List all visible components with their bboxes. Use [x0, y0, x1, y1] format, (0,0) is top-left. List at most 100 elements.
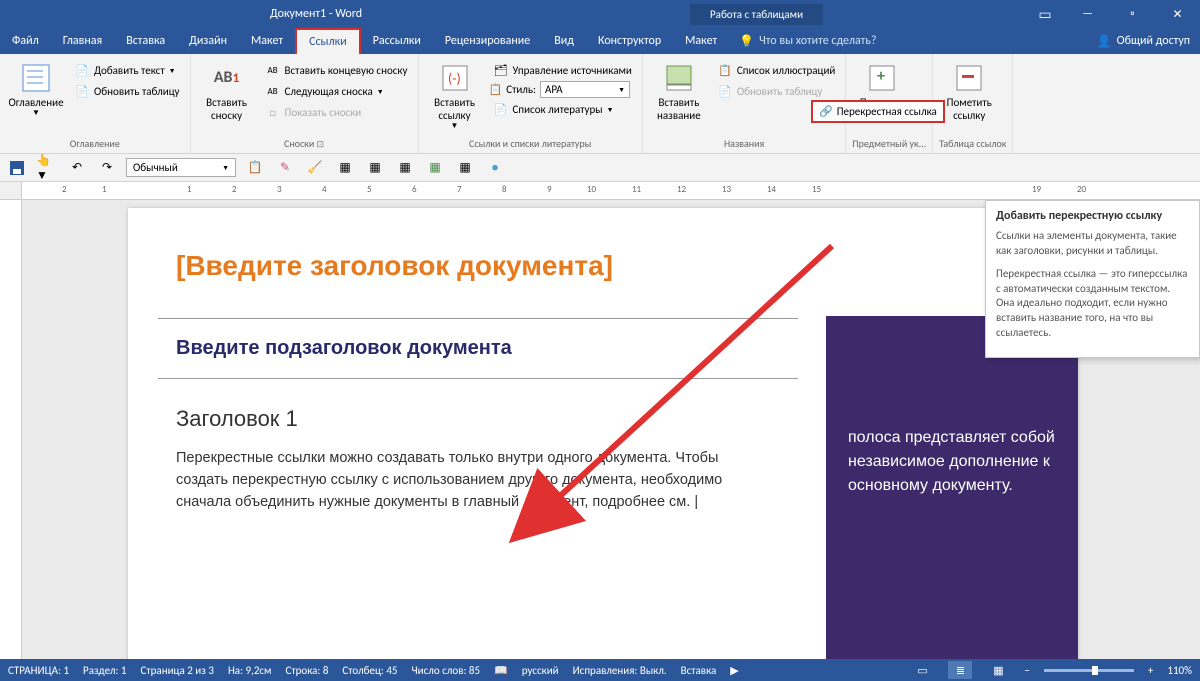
- qat-btn-6[interactable]: ▦: [394, 157, 416, 179]
- minimize-button[interactable]: —: [1065, 0, 1110, 28]
- style-selector[interactable]: Обычный▼: [126, 158, 236, 177]
- bibliography-label: Список литературы: [513, 103, 603, 116]
- tab-file[interactable]: Файл: [0, 28, 51, 54]
- mark-citation-button[interactable]: Пометить ссылку: [939, 60, 999, 124]
- doc-paragraph[interactable]: Перекрестные ссылки можно создавать толь…: [176, 448, 771, 513]
- list-fig-icon: 📋: [717, 62, 733, 78]
- view-web-button[interactable]: ▦: [986, 661, 1010, 679]
- update-table-label: Обновить таблицу: [737, 85, 823, 98]
- insert-citation-button[interactable]: (-) Вставить ссылку ▼: [425, 60, 485, 134]
- status-column[interactable]: Столбец: 45: [342, 664, 397, 677]
- group-toc-label: Оглавление: [6, 135, 184, 152]
- status-words[interactable]: Число слов: 85: [412, 664, 481, 677]
- status-language[interactable]: русский: [522, 664, 559, 677]
- tab-table-layout[interactable]: Макет: [673, 28, 729, 54]
- tooltip-p2: Перекрестная ссылка — это гиперссылка с …: [996, 267, 1189, 341]
- tab-review[interactable]: Рецензирование: [433, 28, 542, 54]
- view-read-button[interactable]: ▭: [910, 661, 934, 679]
- quick-access-toolbar: 👆▼ ↶ ↷ Обычный▼ 📋 ✎ 🧹 ▦ ▦ ▦ ▦ ▦ ●: [0, 154, 1200, 182]
- caption-icon: [663, 62, 695, 94]
- tab-design[interactable]: Дизайн: [177, 28, 239, 54]
- group-captions-label: Названия: [649, 135, 840, 152]
- qat-btn-9[interactable]: ●: [484, 157, 506, 179]
- qat-btn-2[interactable]: ✎: [274, 157, 296, 179]
- doc-title[interactable]: [Введите заголовок документа]: [176, 250, 613, 282]
- chevron-down-icon: ▼: [451, 122, 459, 132]
- bibliography-button[interactable]: 📄 Список литературы ▼: [489, 99, 636, 119]
- undo-button[interactable]: ↶: [66, 157, 88, 179]
- touch-mode-button[interactable]: 👆▼: [36, 157, 58, 179]
- tab-references[interactable]: Ссылки: [295, 28, 361, 54]
- tell-me-search[interactable]: 💡 Что вы хотите сделать?: [739, 34, 876, 49]
- status-insert[interactable]: Вставка: [681, 664, 717, 677]
- page-canvas[interactable]: [Введите заголовок документа] Введите по…: [22, 200, 1200, 663]
- qat-btn-8[interactable]: ▦: [454, 157, 476, 179]
- chevron-down-icon: ▼: [618, 85, 625, 94]
- list-figures-button[interactable]: 📋Список иллюстраций: [713, 60, 840, 80]
- vertical-ruler[interactable]: [0, 200, 22, 663]
- tab-insert[interactable]: Вставка: [114, 28, 177, 54]
- status-position[interactable]: На: 9,2см: [228, 664, 272, 677]
- next-footnote-button[interactable]: ABСледующая сноска ▼: [261, 81, 412, 101]
- add-text-button[interactable]: 📄Добавить текст ▼: [70, 60, 184, 80]
- tab-mailings[interactable]: Рассылки: [361, 28, 433, 54]
- citation-style-select[interactable]: APA▼: [540, 81, 630, 98]
- restore-button[interactable]: ▫: [1110, 0, 1155, 28]
- chevron-down-icon: ▼: [169, 66, 176, 75]
- crossref-icon: 🔗: [819, 105, 833, 118]
- qat-btn-5[interactable]: ▦: [364, 157, 386, 179]
- insert-caption-button[interactable]: Вставить название: [649, 60, 709, 124]
- macro-icon[interactable]: ▶: [730, 664, 738, 677]
- tooltip-title: Добавить перекрестную ссылку: [996, 209, 1189, 223]
- insert-endnote-label: Вставить концевую сноску: [285, 64, 408, 77]
- redo-button[interactable]: ↷: [96, 157, 118, 179]
- share-button[interactable]: 👤 Общий доступ: [1097, 34, 1190, 49]
- document-area: [Введите заголовок документа] Введите по…: [0, 200, 1200, 663]
- tab-layout[interactable]: Макет: [239, 28, 295, 54]
- update-toc-button[interactable]: 📄Обновить таблицу: [70, 81, 184, 101]
- view-print-button[interactable]: ≣: [948, 661, 972, 679]
- zoom-slider[interactable]: [1044, 669, 1134, 672]
- manage-sources-label: Управление источниками: [513, 64, 632, 77]
- status-line[interactable]: Строка: 8: [286, 664, 329, 677]
- lightbulb-icon: 💡: [739, 34, 754, 49]
- tab-view[interactable]: Вид: [542, 28, 586, 54]
- manage-sources-button[interactable]: 🗂Управление источниками: [489, 60, 636, 80]
- horizontal-ruler[interactable]: 21 123 456 789 101112 131415 1920: [0, 182, 1200, 200]
- cross-reference-button[interactable]: 🔗 Перекрестная ссылка: [811, 100, 945, 123]
- zoom-thumb[interactable]: [1092, 666, 1098, 675]
- update-icon: 📄: [717, 83, 733, 99]
- group-toa: Пометить ссылку Таблица ссылок: [933, 54, 1013, 154]
- proofing-icon[interactable]: 📖: [494, 664, 508, 677]
- show-footnotes-button: □Показать сноски: [261, 102, 412, 122]
- status-page[interactable]: СТРАНИЦА: 1: [8, 664, 69, 677]
- save-button[interactable]: [6, 157, 28, 179]
- zoom-out-button[interactable]: −: [1024, 664, 1029, 677]
- add-text-label: Добавить текст: [94, 64, 165, 77]
- status-section[interactable]: Раздел: 1: [83, 664, 126, 677]
- insert-endnote-button[interactable]: ABВставить концевую сноску: [261, 60, 412, 80]
- doc-heading1[interactable]: Заголовок 1: [176, 406, 298, 432]
- qat-btn-4[interactable]: ▦: [334, 157, 356, 179]
- tab-home[interactable]: Главная: [51, 28, 114, 54]
- style-icon: 📋: [489, 83, 503, 96]
- doc-subtitle[interactable]: Введите подзаголовок документа: [176, 337, 780, 360]
- qat-btn-7[interactable]: ▦: [424, 157, 446, 179]
- bib-icon: 📄: [493, 101, 509, 117]
- qat-btn-1[interactable]: 📋: [244, 157, 266, 179]
- update-table-button: 📄 Обновить таблицу: [713, 81, 840, 101]
- tab-table-design[interactable]: Конструктор: [586, 28, 673, 54]
- toc-button[interactable]: Оглавление ▼: [6, 60, 66, 121]
- group-footnotes: AB1 Вставить сноску ABВставить концевую …: [191, 54, 419, 154]
- chevron-down-icon: ▼: [607, 105, 614, 114]
- zoom-in-button[interactable]: +: [1148, 664, 1153, 677]
- insert-footnote-button[interactable]: AB1 Вставить сноску: [197, 60, 257, 124]
- doc-sidebar[interactable]: полоса представляет собой независимое до…: [826, 316, 1078, 663]
- ribbon-options-icon[interactable]: ▭: [1025, 0, 1065, 28]
- zoom-level[interactable]: 110%: [1167, 664, 1192, 677]
- status-track[interactable]: Исправления: Выкл.: [573, 664, 667, 677]
- qat-btn-3[interactable]: 🧹: [304, 157, 326, 179]
- status-pages[interactable]: Страница 2 из 3: [141, 664, 214, 677]
- dialog-launcher-icon[interactable]: ⊡: [317, 139, 325, 150]
- close-button[interactable]: ✕: [1155, 0, 1200, 28]
